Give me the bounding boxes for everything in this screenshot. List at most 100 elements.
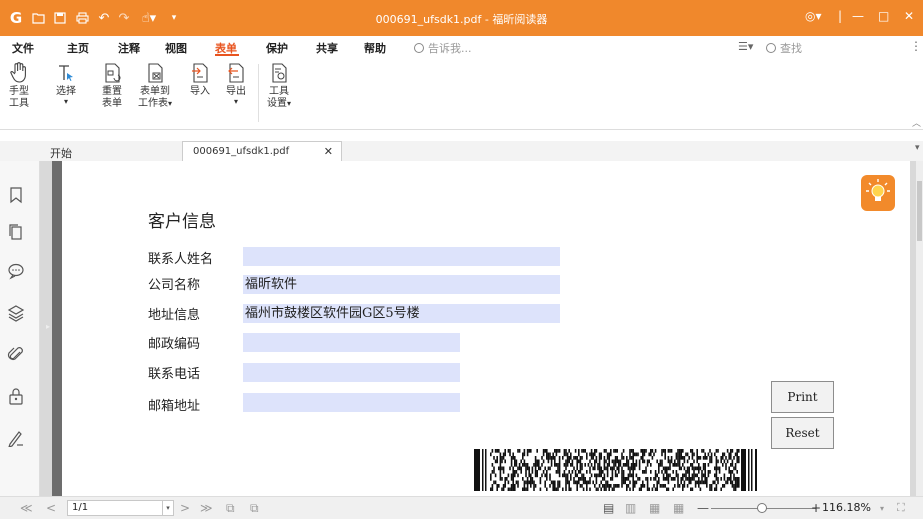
zoom-in-icon[interactable]: + xyxy=(811,501,821,515)
first-page-icon[interactable]: ≪ xyxy=(20,501,33,515)
barcode-bar xyxy=(589,487,591,491)
security-lock-icon[interactable] xyxy=(7,387,25,405)
import-button[interactable]: 导入 xyxy=(186,62,214,98)
select-button[interactable]: 选择 ▾ xyxy=(52,62,80,106)
bookmark-icon[interactable] xyxy=(7,186,25,204)
barcode-bar xyxy=(578,452,580,457)
reset-button[interactable]: Reset xyxy=(771,417,834,449)
tell-me-box[interactable]: 告诉我... xyxy=(414,40,472,56)
hand-tool-button[interactable]: 手型 工具 xyxy=(6,62,32,110)
barcode-bar xyxy=(514,484,516,488)
barcode-bar xyxy=(502,456,505,460)
pdf417-barcode xyxy=(474,449,757,491)
layers-icon[interactable] xyxy=(7,304,25,322)
barcode-bar xyxy=(592,456,594,460)
barcode-bar xyxy=(680,480,682,485)
barcode-bar xyxy=(494,480,497,485)
menu-home[interactable]: 主页 xyxy=(67,40,89,56)
single-page-view-icon[interactable]: ▤ xyxy=(603,501,614,515)
previous-view-icon[interactable]: ⧉ xyxy=(226,501,235,516)
export-button[interactable]: 导出 ▾ xyxy=(222,62,250,106)
previous-page-icon[interactable]: < xyxy=(46,501,56,515)
reset-form-icon xyxy=(105,63,121,83)
close-tab-icon[interactable]: ✕ xyxy=(324,145,333,158)
find-box[interactable]: 查找 xyxy=(766,40,802,56)
more-options-icon[interactable]: ⋮ xyxy=(910,39,922,53)
barcode-bar xyxy=(493,470,495,474)
barcode-bar xyxy=(598,459,601,464)
form-to-sheet-label-1: 表单到 xyxy=(140,86,170,97)
ribbon-toggle-icon[interactable]: | xyxy=(838,9,842,23)
barcode-bar xyxy=(589,470,591,474)
close-button[interactable]: ✕ xyxy=(904,9,914,23)
signature-icon[interactable] xyxy=(7,429,25,447)
zoom-out-icon[interactable]: — xyxy=(697,501,709,515)
tab-start[interactable]: 开始 xyxy=(50,145,72,161)
maximize-button[interactable]: □ xyxy=(878,9,889,23)
contact-name-field[interactable] xyxy=(243,247,560,266)
next-view-icon[interactable]: ⧉ xyxy=(250,501,259,516)
comments-icon[interactable] xyxy=(7,262,25,280)
vertical-scrollbar[interactable] xyxy=(916,161,923,496)
tab-list-icon[interactable]: ▾ xyxy=(915,143,920,153)
attachment-icon[interactable] xyxy=(7,346,25,364)
expand-panel-icon[interactable]: ▸ xyxy=(46,322,50,331)
company-name-field[interactable]: 福昕软件 xyxy=(243,275,560,294)
barcode-bar xyxy=(547,456,550,460)
address-field[interactable]: 福州市鼓楼区软件园G区5号楼 xyxy=(243,304,560,323)
print-button[interactable]: Print xyxy=(771,381,834,413)
page-dropdown-icon[interactable]: ▾ xyxy=(162,500,174,516)
barcode-bar xyxy=(691,456,694,460)
barcode-bar xyxy=(600,470,602,474)
barcode-bar xyxy=(632,477,634,481)
barcode-bar xyxy=(734,477,737,481)
barcode-bar xyxy=(534,484,537,488)
facing-view-icon[interactable]: ▦ xyxy=(649,501,660,515)
barcode-bar xyxy=(645,466,647,471)
barcode-bar xyxy=(701,473,703,478)
barcode-bar xyxy=(706,480,708,485)
barcode-bar xyxy=(491,484,494,488)
zoom-level[interactable]: 116.18% xyxy=(822,501,871,514)
barcode-bar xyxy=(557,466,559,471)
barcode-bar xyxy=(514,487,516,491)
menu-comment[interactable]: 注释 xyxy=(118,40,140,56)
zoom-dropdown-icon[interactable]: ▾ xyxy=(880,504,884,513)
scroll-thumb[interactable] xyxy=(917,181,922,241)
account-icon[interactable]: ◎▾ xyxy=(805,9,822,23)
menu-view[interactable]: 视图 xyxy=(165,40,187,56)
form-to-sheet-button[interactable]: 表单到 工作表▾ xyxy=(136,62,174,110)
tab-document[interactable]: 000691_ufsdk1.pdf ✕ xyxy=(182,141,342,161)
email-field[interactable] xyxy=(243,393,460,412)
panel-splitter[interactable] xyxy=(52,161,62,496)
postal-code-field[interactable] xyxy=(243,333,460,352)
minimize-button[interactable]: — xyxy=(852,9,864,23)
phone-field[interactable] xyxy=(243,363,460,382)
tool-settings-button[interactable]: 工具 设置▾ xyxy=(264,62,294,110)
menu-share[interactable]: 共享 xyxy=(316,40,338,56)
continuous-facing-view-icon[interactable]: ▦ xyxy=(673,501,684,515)
next-page-icon[interactable]: > xyxy=(180,501,190,515)
barcode-bar xyxy=(627,477,630,481)
layout-options-icon[interactable]: ☰▾ xyxy=(738,40,753,53)
pages-thumbnail-icon[interactable] xyxy=(7,223,25,241)
barcode-bar xyxy=(677,459,679,464)
reset-form-button[interactable]: 重置 表单 xyxy=(98,62,126,110)
barcode-bar xyxy=(638,487,641,491)
barcode-bar xyxy=(474,449,480,491)
menu-protect[interactable]: 保护 xyxy=(266,40,288,56)
fullscreen-icon[interactable]: ⛶ xyxy=(897,501,905,515)
menu-help[interactable]: 帮助 xyxy=(364,40,386,56)
barcode-bar xyxy=(499,456,502,460)
continuous-view-icon[interactable]: ▥ xyxy=(625,501,636,515)
barcode-bar xyxy=(622,463,625,467)
barcode-bar xyxy=(587,480,590,485)
barcode-bar xyxy=(629,470,631,474)
tips-lightbulb-button[interactable] xyxy=(861,175,895,211)
page-number-input[interactable]: 1/1 xyxy=(67,500,163,516)
menu-file[interactable]: 文件 xyxy=(12,40,34,56)
last-page-icon[interactable]: ≫ xyxy=(200,501,213,515)
collapse-ribbon-icon[interactable]: ︿ xyxy=(912,116,921,129)
barcode-bar xyxy=(666,487,668,491)
zoom-slider-knob[interactable] xyxy=(757,503,767,513)
